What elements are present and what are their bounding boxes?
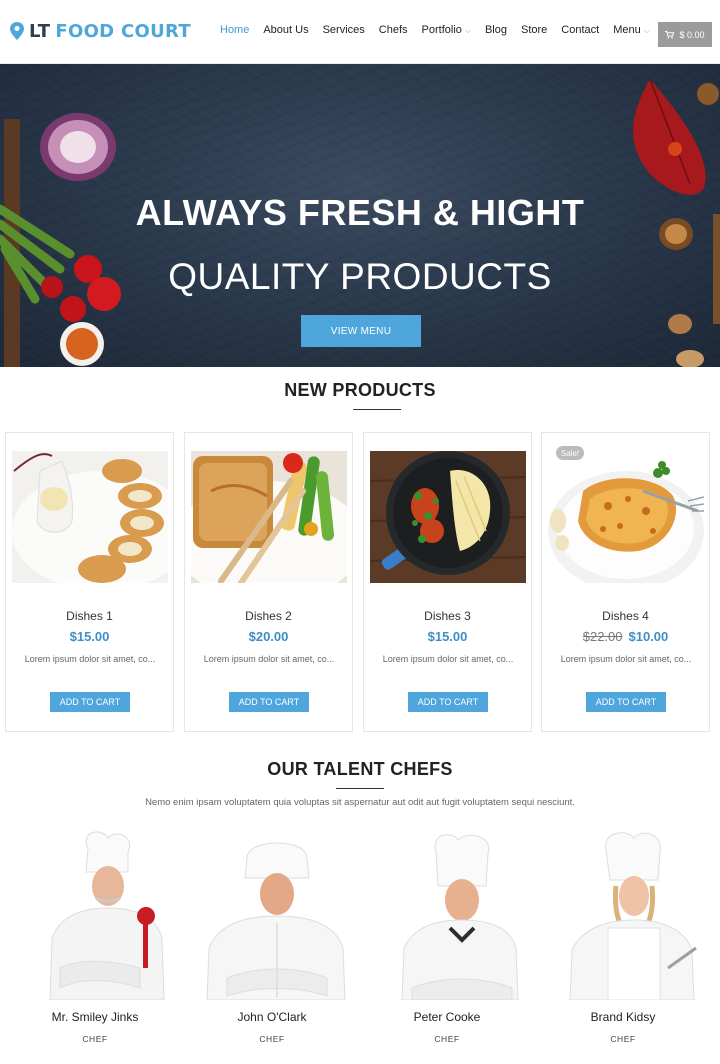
add-to-cart-button[interactable]: ADD TO CART: [229, 692, 309, 712]
product-name[interactable]: Dishes 1: [6, 609, 173, 623]
cart-button[interactable]: $ 0.00: [658, 22, 712, 47]
chef-card[interactable]: John O'Clark CHEF: [187, 828, 357, 1064]
hero-subheadline: QUALITY PRODUCTS: [168, 256, 552, 297]
chef-name[interactable]: Mr. Smiley Jinks: [10, 1010, 180, 1024]
chefs-title: OUR TALENT CHEFS: [267, 759, 453, 779]
nav-chefs[interactable]: Chefs: [379, 24, 408, 36]
product-old-price: $22.00: [582, 629, 623, 644]
product-price: $22.00 $10.00: [542, 629, 709, 644]
section-divider: [336, 788, 384, 789]
product-name[interactable]: Dishes 2: [185, 609, 352, 623]
product-description: Lorem ipsum dolor sit amet, co...: [560, 654, 692, 664]
product-description: Lorem ipsum dolor sit amet, co...: [24, 654, 156, 664]
section-divider: [353, 409, 401, 410]
chef-photo: [569, 832, 697, 1000]
product-image[interactable]: [12, 451, 168, 583]
hero-headline: ALWAYS FRESH & HIGHT: [135, 192, 585, 233]
product-card[interactable]: Dishes 1 $15.00 Lorem ipsum dolor sit am…: [5, 432, 174, 732]
product-description: Lorem ipsum dolor sit amet, co...: [382, 654, 514, 664]
chef-card[interactable]: Brand Kidsy CHEF: [538, 828, 708, 1064]
product-price: $20.00: [248, 629, 289, 644]
chef-role: CHEF: [434, 1034, 460, 1044]
nav-portfolio[interactable]: Portfolio ⌵: [422, 24, 471, 36]
chef-role: CHEF: [259, 1034, 285, 1044]
nav-contact[interactable]: Contact: [561, 24, 599, 36]
product-image[interactable]: [370, 451, 526, 583]
chef-card[interactable]: Peter Cooke CHEF: [362, 828, 532, 1064]
nav-store[interactable]: Store: [521, 24, 547, 36]
product-price: $15.00: [427, 629, 468, 644]
nav-menu[interactable]: Menu ⌵: [613, 24, 650, 36]
chef-name[interactable]: John O'Clark: [187, 1010, 357, 1024]
product-card[interactable]: Dishes 3 $15.00 Lorem ipsum dolor sit am…: [363, 432, 532, 732]
main-nav: Home About Us Services Chefs Portfolio ⌵ …: [220, 24, 664, 36]
site-logo[interactable]: LT FOOD COURT: [10, 17, 191, 45]
sale-badge: Sale!: [556, 446, 584, 460]
nav-about-us[interactable]: About Us: [263, 24, 308, 36]
cart-total: $ 0.00: [679, 29, 705, 40]
add-to-cart-button[interactable]: ADD TO CART: [586, 692, 666, 712]
product-card[interactable]: Sale! Dishes 4 $22.00 $10.00 Lorem ipsum …: [541, 432, 710, 732]
nav-menu-label: Menu: [613, 24, 641, 36]
add-to-cart-button[interactable]: ADD TO CART: [408, 692, 488, 712]
chef-role: CHEF: [610, 1034, 636, 1044]
hero-banner: ALWAYS FRESH & HIGHT QUALITY PRODUCTS VI…: [0, 64, 720, 367]
location-pin-icon: [10, 22, 24, 40]
view-menu-button[interactable]: VIEW MENU: [301, 315, 421, 347]
product-card[interactable]: Dishes 2 $20.00 Lorem ipsum dolor sit am…: [184, 432, 353, 732]
chevron-down-icon: ⌵: [643, 26, 650, 35]
nav-portfolio-label: Portfolio: [421, 24, 462, 36]
cart-icon: [665, 30, 675, 39]
chevron-down-icon: ⌵: [464, 26, 471, 35]
chef-name[interactable]: Brand Kidsy: [538, 1010, 708, 1024]
vegetables-decoration: [0, 113, 121, 367]
product-image[interactable]: [548, 451, 704, 583]
chef-name[interactable]: Peter Cooke: [362, 1010, 532, 1024]
add-to-cart-button[interactable]: ADD TO CART: [50, 692, 130, 712]
chef-photo: [206, 842, 346, 1000]
nav-blog[interactable]: Blog: [485, 24, 507, 36]
product-description: Lorem ipsum dolor sit amet, co...: [203, 654, 335, 664]
chef-photo: [401, 834, 519, 1000]
nav-home[interactable]: Home: [220, 24, 249, 36]
chef-photo: [49, 831, 165, 1000]
product-name[interactable]: Dishes 3: [364, 609, 531, 623]
chef-role: CHEF: [82, 1034, 108, 1044]
nav-services[interactable]: Services: [323, 24, 365, 36]
logo-name: FOOD COURT: [55, 20, 191, 42]
site-header: LT FOOD COURT Home About Us Services Che…: [0, 0, 720, 64]
product-image[interactable]: [191, 451, 347, 583]
product-name[interactable]: Dishes 4: [542, 609, 709, 623]
product-sale-price: $10.00: [628, 629, 669, 644]
product-price: $15.00: [69, 629, 110, 644]
chefs-intro-text: Nemo enim ipsam voluptatem quia voluptas…: [145, 797, 575, 808]
new-products-title: NEW PRODUCTS: [284, 380, 436, 400]
chef-card[interactable]: Mr. Smiley Jinks CHEF: [10, 828, 180, 1064]
logo-prefix: LT: [29, 20, 51, 42]
